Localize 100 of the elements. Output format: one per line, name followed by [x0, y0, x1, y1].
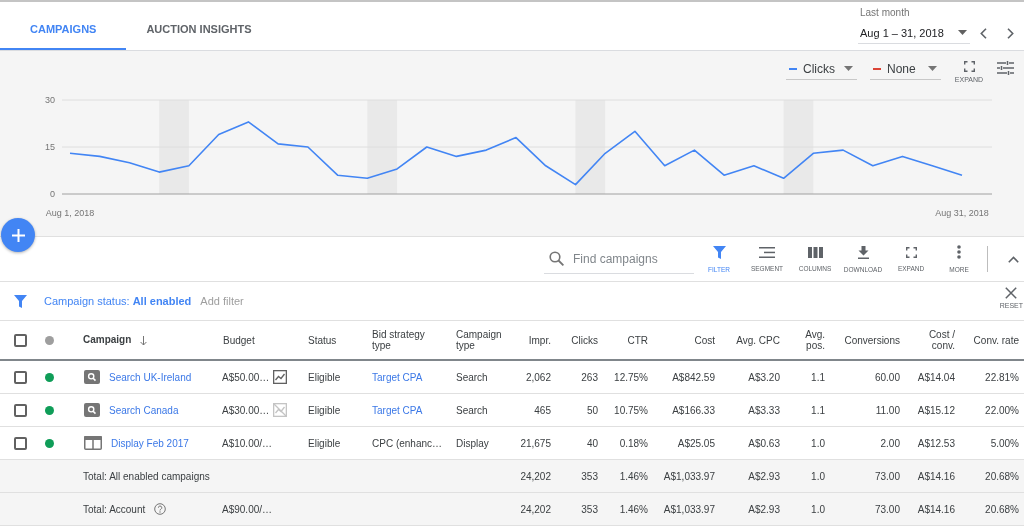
budget-amount: A$10.00/…	[222, 437, 273, 449]
checkbox[interactable]	[14, 436, 27, 450]
sliders-icon	[997, 61, 1014, 75]
table-cell: A$3.33	[728, 393, 793, 427]
lines-icon	[759, 246, 775, 258]
column-header[interactable]: Campaign type	[443, 321, 508, 360]
axis-label: Aug 31, 2018	[935, 208, 989, 218]
table-cell: A$25.05	[661, 426, 728, 460]
caret-down-icon	[958, 30, 967, 35]
table-cell: 60.00	[838, 360, 913, 394]
table-cell: 22.00%	[968, 393, 1024, 427]
table-cell: 22.81%	[968, 360, 1024, 394]
table-cell: 50	[564, 393, 611, 427]
search-icon	[549, 251, 564, 266]
total-label: Total: All enabled campaigns	[83, 470, 210, 482]
axis-label: Aug 1, 2018	[45, 208, 95, 218]
checkbox[interactable]	[14, 333, 27, 347]
table-cell: 11.00	[838, 393, 913, 427]
table-cell: CPC (enhanc…	[359, 426, 443, 460]
axis-label: 0	[50, 189, 55, 199]
table-cell: A$1,033.97	[661, 492, 728, 526]
budget-amount: A$50.00…	[222, 371, 270, 383]
chevron-left-icon	[980, 27, 987, 39]
column-header[interactable]: Avg. pos.	[793, 321, 838, 360]
campaign-link[interactable]: Search UK-Ireland	[109, 371, 192, 383]
chevron-right-icon	[1007, 27, 1014, 39]
table-cell: 5.00%	[968, 426, 1024, 460]
status-column-icon	[45, 335, 54, 345]
table-cell: A$2.93	[728, 492, 793, 526]
search-icon	[84, 403, 100, 417]
table-cell: 465	[508, 393, 564, 427]
campaign-link[interactable]: Search Canada	[109, 404, 179, 416]
table-cell: A$15.12	[913, 393, 968, 427]
more-icon	[957, 245, 961, 259]
date-range-dropdown[interactable]: Aug 1 – 31, 2018	[858, 22, 970, 44]
table-cell: 263	[564, 360, 611, 394]
caret-down-icon	[928, 66, 937, 71]
table-cell: A$3.20	[728, 360, 793, 394]
table-cell: A$14.04	[913, 360, 968, 394]
table-cell: 20.68%	[968, 492, 1024, 526]
search-field[interactable]: Find campaigns	[573, 251, 688, 266]
filter-icon	[14, 294, 27, 308]
column-header[interactable]: Cost / conv.	[913, 321, 968, 360]
table-cell: 1.1	[793, 360, 838, 394]
search-icon	[84, 370, 100, 384]
table-cell: 2,062	[508, 360, 564, 394]
table-cell: 73.00	[838, 459, 913, 493]
bid-strategy-link[interactable]: Target CPA	[372, 371, 423, 383]
chart-options-button[interactable]	[997, 58, 1014, 75]
column-header[interactable]: Conv. rate	[968, 321, 1024, 360]
active-filter-link[interactable]: Campaign status: All enabled	[44, 295, 192, 307]
column-header[interactable]: Clicks	[564, 321, 611, 360]
column-header[interactable]: Status	[295, 321, 359, 360]
chevron-up-icon	[1007, 255, 1019, 263]
column-header[interactable]: Avg. CPC	[728, 321, 793, 360]
metric-dropdown[interactable]: None	[870, 58, 941, 80]
close-icon	[1005, 287, 1018, 299]
date-range-label: Last month	[860, 7, 910, 19]
campaign-link[interactable]: Display Feb 2017	[111, 437, 189, 449]
table-cell: 24,202	[508, 492, 564, 526]
budget-amount: A$90.00/…	[222, 503, 273, 515]
table-cell: A$842.59	[661, 360, 728, 394]
column-header[interactable]: Cost	[661, 321, 728, 360]
add-button[interactable]	[1, 218, 35, 252]
total-label: Total: Account	[83, 503, 146, 515]
column-header[interactable]: Budget	[210, 321, 295, 360]
checkbox[interactable]	[14, 403, 27, 417]
filter-icon	[712, 245, 726, 259]
table-cell: 1.0	[793, 492, 838, 526]
expand-icon	[963, 61, 975, 72]
sort-arrow-icon	[140, 335, 148, 346]
tab[interactable]: AUCTION INSIGHTS	[126, 2, 272, 50]
chart-icon[interactable]	[273, 370, 288, 384]
column-header[interactable]: Conversions	[838, 321, 913, 360]
table-cell: 353	[564, 492, 611, 526]
column-header[interactable]: Impr.	[508, 321, 564, 360]
table-cell: Search	[443, 360, 508, 394]
plus-icon	[11, 228, 25, 242]
table-cell: 24,202	[508, 459, 564, 493]
table-cell: 1.0	[793, 459, 838, 493]
axis-label: 30	[45, 95, 55, 105]
column-header[interactable]: CTR	[611, 321, 661, 360]
table-cell: 40	[564, 426, 611, 460]
table-cell: 10.75%	[611, 393, 661, 427]
table-cell: 353	[564, 459, 611, 493]
window-icon	[84, 436, 102, 450]
table-cell: Eligible	[295, 360, 359, 394]
table-cell: Search	[443, 393, 508, 427]
help-icon[interactable]	[154, 503, 167, 515]
table-cell: 12.75%	[611, 360, 661, 394]
metric-dropdown[interactable]: Clicks	[786, 58, 857, 80]
table-cell: A$14.16	[913, 492, 968, 526]
bid-strategy-link[interactable]: Target CPA	[372, 404, 423, 416]
table-cell: Eligible	[295, 393, 359, 427]
checkbox[interactable]	[14, 370, 27, 384]
table-cell: 1.46%	[611, 492, 661, 526]
table-cell: A$14.16	[913, 459, 968, 493]
column-header[interactable]: Campaign	[70, 321, 210, 360]
table-cell: 1.1	[793, 393, 838, 427]
column-header[interactable]: Bid strategy type	[359, 321, 443, 360]
